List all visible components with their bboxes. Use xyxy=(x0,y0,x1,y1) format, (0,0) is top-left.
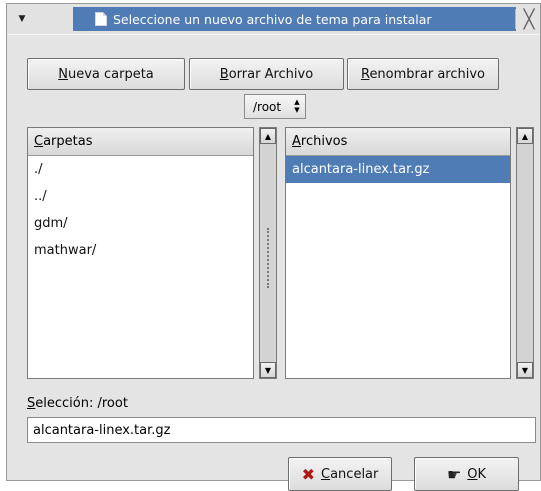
dialog-content: Nueva carpeta Borrar Archivo Renombrar a… xyxy=(7,34,540,491)
mnemonic: O xyxy=(467,466,478,482)
path-combo[interactable]: /root ▲ ▼ xyxy=(244,94,306,119)
scroll-up-arrow-icon[interactable]: ▲ xyxy=(517,128,533,144)
list-item[interactable]: alcantara-linex.tar.gz xyxy=(286,156,510,183)
mnemonic: C xyxy=(321,466,331,482)
ok-button[interactable]: ☛ OK xyxy=(414,457,519,491)
folders-header-label: arpetas xyxy=(43,134,93,149)
selection-label: Selección: /root xyxy=(27,396,128,411)
close-icon: ╳ xyxy=(523,8,535,30)
mnemonic: B xyxy=(219,66,229,82)
folders-list[interactable]: Carpetas ./ ../ gdm/ mathwar/ xyxy=(27,127,254,379)
cancel-label: Cancelar xyxy=(321,467,378,482)
label-rest: ancelar xyxy=(330,466,379,482)
title-bar: ▼ Seleccione un nuevo archivo de tema pa… xyxy=(7,4,540,34)
list-item[interactable]: ./ xyxy=(28,156,253,183)
scroll-down-arrow-icon[interactable]: ▼ xyxy=(517,362,533,378)
rename-file-label: Renombrar archivo xyxy=(361,67,485,82)
mnemonic: A xyxy=(292,134,301,149)
delete-file-button[interactable]: Borrar Archivo xyxy=(189,58,344,90)
label-rest: orrar Archivo xyxy=(228,66,314,82)
scroll-grip[interactable] xyxy=(267,228,269,288)
list-item[interactable]: ../ xyxy=(28,183,253,210)
mnemonic: N xyxy=(58,66,68,82)
label-rest: ueva carpeta xyxy=(67,66,154,82)
path-combo-value: /root xyxy=(253,99,282,114)
folders-scrollbar[interactable]: ▲ ▼ xyxy=(259,127,277,379)
file-selection-dialog: ▼ Seleccione un nuevo archivo de tema pa… xyxy=(6,3,541,491)
files-list[interactable]: Archivos alcantara-linex.tar.gz xyxy=(285,127,511,379)
folders-header[interactable]: Carpetas xyxy=(28,128,253,156)
mnemonic: C xyxy=(34,134,44,149)
label-rest: enombrar archivo xyxy=(369,66,486,82)
selection-label-text: elección: /root xyxy=(35,396,128,411)
files-header[interactable]: Archivos xyxy=(286,128,510,156)
rename-file-button[interactable]: Renombrar archivo xyxy=(347,58,499,90)
cross-icon: ✖ xyxy=(301,464,316,484)
new-folder-label: Nueva carpeta xyxy=(58,67,154,82)
window-menu-button[interactable]: ▼ xyxy=(11,9,33,29)
selection-input[interactable]: alcantara-linex.tar.gz xyxy=(27,417,536,443)
cancel-button[interactable]: ✖ Cancelar xyxy=(288,457,392,491)
scroll-down-arrow-icon[interactable]: ▼ xyxy=(260,362,276,378)
list-item[interactable]: mathwar/ xyxy=(28,237,253,264)
ok-label: OK xyxy=(467,467,486,482)
new-folder-button[interactable]: Nueva carpeta xyxy=(27,58,185,90)
list-item[interactable]: gdm/ xyxy=(28,210,253,237)
close-button[interactable]: ╳ xyxy=(518,7,540,31)
title-bar-caption[interactable]: Seleccione un nuevo archivo de tema para… xyxy=(73,7,490,31)
files-header-label: rchivos xyxy=(300,134,348,149)
up-down-arrows-icon: ▲ ▼ xyxy=(294,98,300,114)
title-separator xyxy=(515,9,516,29)
label-rest: K xyxy=(477,466,487,482)
chevron-down-icon: ▼ xyxy=(18,14,26,24)
delete-file-label: Borrar Archivo xyxy=(220,67,313,82)
window-title: Seleccione un nuevo archivo de tema para… xyxy=(113,11,432,27)
ok-hand-icon: ☛ xyxy=(446,464,462,484)
title-bar-strip xyxy=(490,7,516,31)
files-scrollbar[interactable]: ▲ ▼ xyxy=(516,127,534,379)
document-icon xyxy=(95,12,107,26)
scroll-up-arrow-icon[interactable]: ▲ xyxy=(260,128,276,144)
